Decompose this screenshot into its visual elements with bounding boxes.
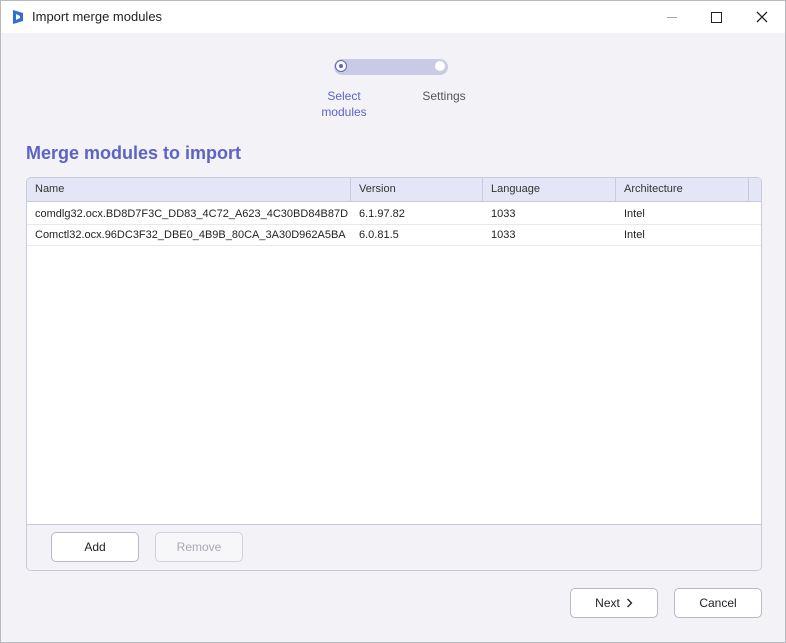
maximize-button[interactable] bbox=[693, 1, 739, 33]
column-header-version[interactable]: Version bbox=[351, 178, 483, 201]
window-title: Import merge modules bbox=[32, 9, 163, 24]
step-select-modules-label[interactable]: Select modules bbox=[304, 88, 384, 120]
grid-header: Name Version Language Architecture bbox=[27, 178, 761, 202]
column-header-name[interactable]: Name bbox=[27, 178, 351, 201]
merge-modules-grid: Name Version Language Architecture comdl… bbox=[26, 177, 762, 571]
grid-button-bar: Add Remove bbox=[27, 524, 761, 570]
minimize-button[interactable] bbox=[649, 1, 695, 33]
minimize-icon bbox=[667, 16, 677, 18]
column-header-language[interactable]: Language bbox=[483, 178, 616, 201]
close-icon bbox=[756, 11, 768, 23]
wizard-stepper bbox=[334, 59, 448, 75]
step-settings-indicator[interactable] bbox=[434, 60, 446, 72]
maximize-icon bbox=[710, 11, 722, 23]
installer-app-icon bbox=[13, 10, 23, 24]
chevron-right-icon bbox=[626, 598, 633, 608]
cell-name: comdlg32.ocx.BD8D7F3C_DD83_4C72_A623_4C3… bbox=[35, 208, 349, 220]
close-button[interactable] bbox=[739, 1, 785, 33]
dialog-window: Import merge modules Select modules Sett… bbox=[0, 0, 786, 643]
next-label: Next bbox=[595, 596, 620, 610]
cell-language: 1033 bbox=[491, 208, 516, 220]
cell-language: 1033 bbox=[491, 229, 516, 241]
cell-version: 6.1.97.82 bbox=[359, 208, 405, 220]
remove-button[interactable]: Remove bbox=[155, 532, 243, 562]
table-row[interactable]: comdlg32.ocx.BD8D7F3C_DD83_4C72_A623_4C3… bbox=[27, 204, 761, 225]
table-row[interactable]: Comctl32.ocx.96DC3F32_DBE0_4B9B_80CA_3A3… bbox=[27, 225, 761, 246]
cancel-button[interactable]: Cancel bbox=[674, 588, 762, 618]
next-button[interactable]: Next bbox=[570, 588, 658, 618]
cell-architecture: Intel bbox=[624, 229, 645, 241]
step-label-text: Settings bbox=[422, 89, 466, 103]
section-title: Merge modules to import bbox=[26, 143, 242, 163]
cell-version: 6.0.81.5 bbox=[359, 229, 399, 241]
cell-name: Comctl32.ocx.96DC3F32_DBE0_4B9B_80CA_3A3… bbox=[35, 229, 346, 241]
step-settings-label[interactable]: Settings bbox=[404, 88, 484, 104]
column-header-architecture[interactable]: Architecture bbox=[616, 178, 749, 201]
title-bar: Import merge modules bbox=[1, 1, 785, 33]
step-label-text: Select modules bbox=[321, 89, 367, 119]
step-select-modules-indicator[interactable] bbox=[335, 60, 347, 72]
add-button[interactable]: Add bbox=[51, 532, 139, 562]
cell-architecture: Intel bbox=[624, 208, 645, 220]
